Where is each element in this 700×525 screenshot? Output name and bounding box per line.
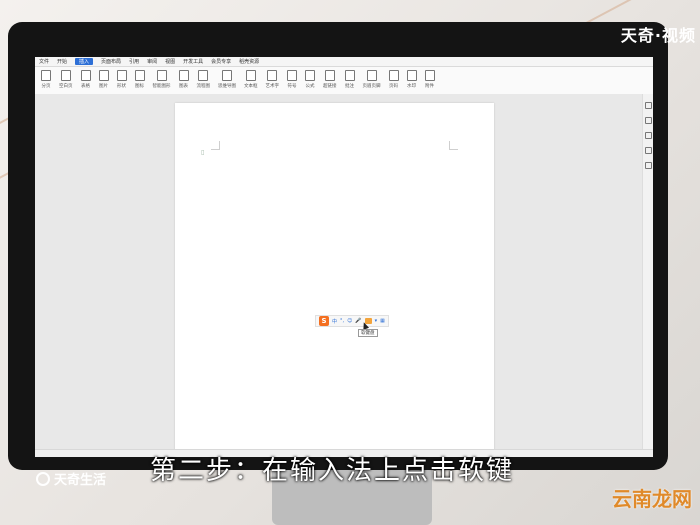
document-area: ▯ <box>35 94 653 457</box>
page-number-icon <box>388 70 399 81</box>
comment-icon <box>344 70 355 81</box>
page-break-icon <box>41 70 51 81</box>
text-cursor-icon: ▯ <box>201 149 205 156</box>
ribbon-button[interactable]: 符号 <box>287 70 297 89</box>
flowchart-icon <box>198 70 209 81</box>
pen-icon[interactable] <box>644 102 652 109</box>
ribbon-button[interactable]: 超链接 <box>323 70 337 89</box>
attachment-icon <box>424 70 435 81</box>
sogou-logo-icon[interactable]: S <box>319 316 329 326</box>
wordart-icon <box>267 70 278 81</box>
ribbon-button[interactable]: 图表 <box>178 70 189 89</box>
skin-icon[interactable]: ▾ <box>375 318 378 324</box>
symbol-icon <box>287 70 297 81</box>
tab-page-layout[interactable]: 页面布局 <box>101 58 121 65</box>
ribbon-button[interactable]: 智能图形 <box>153 70 171 89</box>
ribbon-button[interactable]: 思维导图 <box>218 70 236 89</box>
ime-punctuation-toggle[interactable]: °, <box>340 318 344 324</box>
video-subtitle: 第二步：在输入法上点击软键 <box>150 456 515 486</box>
tab-review[interactable]: 审阅 <box>147 58 157 65</box>
formula-icon <box>305 70 315 81</box>
ribbon-button[interactable]: 文本框 <box>244 70 258 89</box>
ribbon-button[interactable]: 附件 <box>424 70 435 89</box>
document-page[interactable]: ▯ <box>175 103 494 453</box>
ribbon-button[interactable]: 批注 <box>344 70 355 89</box>
ribbon-button[interactable]: 表格 <box>80 70 91 89</box>
ribbon-button[interactable]: 公式 <box>305 70 315 89</box>
select-icon[interactable] <box>644 117 652 124</box>
settings-icon[interactable] <box>644 162 652 169</box>
smart-art-icon <box>156 70 167 81</box>
margin-marker <box>211 141 220 150</box>
menu-tabs: 文件 开始 插入 页面布局 引用 审阅 视图 开发工具 会员专享 稻壳资源 <box>35 57 653 67</box>
ribbon-button[interactable]: 页眉页脚 <box>363 70 381 89</box>
ribbon-button[interactable]: 页码 <box>388 70 399 89</box>
brand-logo-text: 天奇生活 <box>54 473 107 488</box>
chart-icon <box>178 70 189 81</box>
ribbon-button[interactable]: 艺术字 <box>266 70 279 89</box>
ribbon-button[interactable]: 分页 <box>41 70 51 89</box>
tooltip: 软键盘 <box>358 329 378 337</box>
emoji-icon[interactable]: ☺ <box>347 318 352 324</box>
tab-member[interactable]: 会员专享 <box>211 58 231 65</box>
tab-references[interactable]: 引用 <box>129 58 139 65</box>
ribbon-button[interactable]: 图片 <box>98 70 109 89</box>
screen: 文件 开始 插入 页面布局 引用 审阅 视图 开发工具 会员专享 稻壳资源 分页… <box>35 57 653 457</box>
tab-view[interactable]: 视图 <box>165 58 175 65</box>
blank-page-icon <box>60 70 71 81</box>
tab-file[interactable]: 文件 <box>39 58 49 65</box>
toolbox-icon[interactable]: ▦ <box>380 318 385 324</box>
ribbon-button[interactable]: 水印 <box>406 70 417 89</box>
textbox-icon <box>245 70 256 81</box>
margin-marker <box>449 141 458 150</box>
brand-logo: 天奇生活 <box>36 469 106 488</box>
site-watermark: 云南龙网 <box>612 487 692 511</box>
tab-insert[interactable]: 插入 <box>75 58 94 65</box>
ime-lang-toggle[interactable]: 中 <box>332 318 337 325</box>
shape-icon <box>116 70 127 81</box>
ribbon-button[interactable]: 流程图 <box>197 70 210 89</box>
icons-icon <box>134 70 145 81</box>
hyperlink-icon <box>324 70 335 81</box>
clock-icon[interactable] <box>644 147 652 154</box>
brand-watermark: 天奇·视频 <box>620 26 696 45</box>
shapes-icon[interactable] <box>644 132 652 139</box>
watermark-icon <box>406 70 417 81</box>
mindmap-icon <box>222 70 232 81</box>
table-icon <box>80 70 91 81</box>
tab-developer[interactable]: 开发工具 <box>183 58 203 65</box>
ribbon-button[interactable]: 形状 <box>116 70 127 89</box>
logo-circle-icon <box>36 471 50 486</box>
right-side-toolbar <box>642 94 653 457</box>
ribbon-toolbar: 分页 空白页 表格 图片 形状 图标 智能图形 图表 流程图 思维导图 文本框 … <box>35 67 653 97</box>
ribbon-button[interactable]: 图标 <box>134 70 145 89</box>
picture-icon <box>98 70 109 81</box>
header-footer-icon <box>366 70 377 81</box>
ime-toolbar: S 中 °, ☺ 🎤 ▾ ▦ <box>315 315 389 327</box>
ribbon-button[interactable]: 空白页 <box>59 70 73 89</box>
tab-docer[interactable]: 稻壳资源 <box>239 58 259 65</box>
tab-home[interactable]: 开始 <box>57 58 67 65</box>
